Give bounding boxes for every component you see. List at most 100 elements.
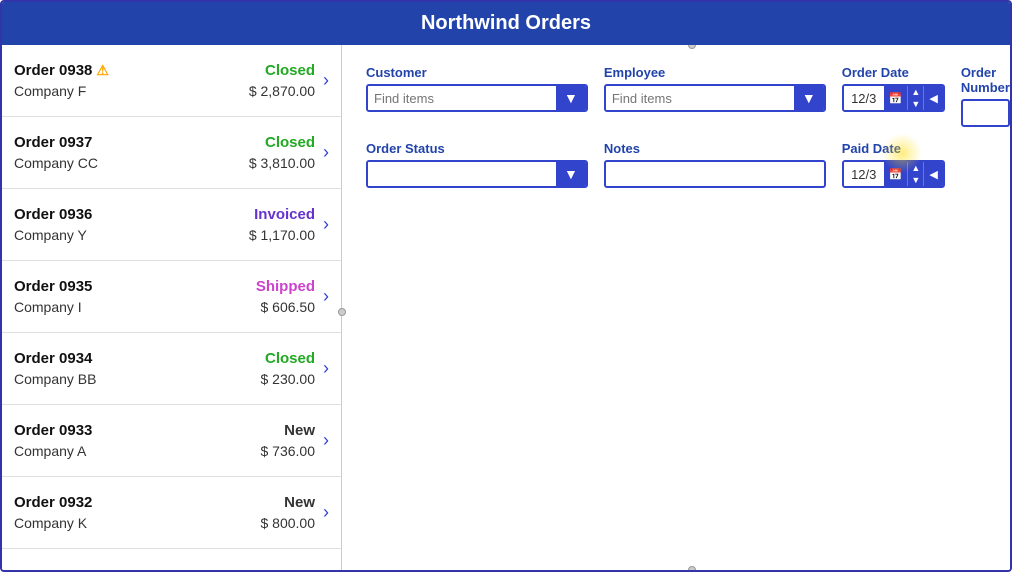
order-status-label: Order Status	[366, 141, 588, 156]
order-sub-row: Company BB $ 230.00	[14, 371, 315, 387]
order-date-nav: ▲ ▼	[907, 86, 923, 110]
order-title-row: Order 0936 Invoiced	[14, 206, 315, 223]
order-date-input[interactable]: 📅 ▲ ▼ ◀	[842, 84, 945, 112]
order-company: Company CC	[14, 155, 98, 171]
order-status: New	[284, 422, 315, 439]
order-amount: $ 230.00	[261, 371, 316, 387]
resize-handle-left[interactable]	[338, 308, 346, 316]
paid-date-field: Paid Date 📅 ▲ ▼ ◀	[842, 141, 945, 188]
paid-date-input[interactable]: 📅 ▲ ▼ ◀	[842, 160, 945, 188]
order-status-dropdown-btn[interactable]: ▼	[556, 162, 586, 186]
order-sub-row: Company Y $ 1,170.00	[14, 227, 315, 243]
customer-field: Customer ▼	[366, 65, 588, 127]
order-info: Order 0938⚠ Closed Company F $ 2,870.00	[14, 62, 315, 99]
paid-date-extra-btn[interactable]: ◀	[923, 162, 942, 186]
order-item[interactable]: Order 0937 Closed Company CC $ 3,810.00 …	[2, 117, 341, 189]
order-number-label: Order Number	[961, 65, 1010, 95]
order-title-row: Order 0932 New	[14, 494, 315, 511]
order-company: Company BB	[14, 371, 96, 387]
order-date-label: Order Date	[842, 65, 945, 80]
order-info: Order 0936 Invoiced Company Y $ 1,170.00	[14, 206, 315, 243]
order-sub-row: Company I $ 606.50	[14, 299, 315, 315]
order-date-down[interactable]: ▼	[907, 98, 923, 110]
resize-handle-top[interactable]	[688, 45, 696, 49]
order-info: Order 0935 Shipped Company I $ 606.50	[14, 278, 315, 315]
order-company: Company F	[14, 83, 86, 99]
order-sub-row: Company F $ 2,870.00	[14, 83, 315, 99]
customer-dropdown-btn[interactable]: ▼	[556, 86, 586, 110]
paid-date-label: Paid Date	[842, 141, 945, 156]
order-date-calendar-btn[interactable]: 📅	[884, 86, 908, 110]
order-amount: $ 1,170.00	[249, 227, 315, 243]
paid-date-down[interactable]: ▼	[907, 174, 923, 186]
order-info: Order 0937 Closed Company CC $ 3,810.00	[14, 134, 315, 171]
customer-input[interactable]	[368, 86, 556, 110]
order-status: New	[284, 494, 315, 511]
order-company: Company I	[14, 299, 82, 315]
order-amount: $ 606.50	[261, 299, 316, 315]
order-status-select[interactable]: ▼	[366, 160, 588, 188]
app-title: Northwind Orders	[421, 12, 591, 34]
order-status: Closed	[265, 134, 315, 151]
order-item[interactable]: Order 0935 Shipped Company I $ 606.50 ›	[2, 261, 341, 333]
filter-panel: Customer ▼ Employee ▼ Order Da	[342, 45, 1010, 570]
order-status-input[interactable]	[368, 162, 556, 186]
order-item[interactable]: Order 0932 New Company K $ 800.00 ›	[2, 477, 341, 549]
customer-select[interactable]: ▼	[366, 84, 588, 112]
order-sub-row: Company K $ 800.00	[14, 515, 315, 531]
order-name: Order 0937	[14, 134, 92, 151]
paid-date-text[interactable]	[844, 162, 884, 186]
order-amount: $ 3,810.00	[249, 155, 315, 171]
notes-label: Notes	[604, 141, 826, 156]
order-status: Closed	[265, 350, 315, 367]
order-list: Order 0938⚠ Closed Company F $ 2,870.00 …	[2, 45, 341, 549]
order-date-field: Order Date 📅 ▲ ▼ ◀	[842, 65, 945, 127]
order-name: Order 0936	[14, 206, 92, 223]
customer-label: Customer	[366, 65, 588, 80]
order-name: Order 0934	[14, 350, 92, 367]
order-status-field: Order Status ▼	[366, 141, 588, 188]
order-info: Order 0933 New Company A $ 736.00	[14, 422, 315, 459]
order-name: Order 0933	[14, 422, 92, 439]
order-date-extra-btn[interactable]: ◀	[923, 86, 942, 110]
order-item[interactable]: Order 0938⚠ Closed Company F $ 2,870.00 …	[2, 45, 341, 117]
order-item[interactable]: Order 0936 Invoiced Company Y $ 1,170.00…	[2, 189, 341, 261]
notes-input[interactable]	[604, 160, 826, 188]
order-title-row: Order 0934 Closed	[14, 350, 315, 367]
paid-date-calendar-btn[interactable]: 📅	[884, 162, 908, 186]
chevron-right-icon[interactable]: ›	[323, 358, 329, 379]
notes-field: Notes	[604, 141, 826, 188]
employee-field: Employee ▼	[604, 65, 826, 127]
order-date-text[interactable]	[844, 86, 884, 110]
employee-dropdown-btn[interactable]: ▼	[794, 86, 824, 110]
order-status: Invoiced	[254, 206, 315, 223]
order-list-panel[interactable]: Order 0938⚠ Closed Company F $ 2,870.00 …	[2, 45, 342, 570]
employee-label: Employee	[604, 65, 826, 80]
order-item[interactable]: Order 0933 New Company A $ 736.00 ›	[2, 405, 341, 477]
order-title-row: Order 0935 Shipped	[14, 278, 315, 295]
order-date-up[interactable]: ▲	[907, 86, 923, 98]
employee-select[interactable]: ▼	[604, 84, 826, 112]
order-info: Order 0934 Closed Company BB $ 230.00	[14, 350, 315, 387]
order-name: Order 0938⚠	[14, 62, 109, 79]
employee-input[interactable]	[606, 86, 794, 110]
chevron-right-icon[interactable]: ›	[323, 142, 329, 163]
app-header: Northwind Orders	[2, 2, 1010, 45]
chevron-right-icon[interactable]: ›	[323, 502, 329, 523]
chevron-right-icon[interactable]: ›	[323, 70, 329, 91]
chevron-right-icon[interactable]: ›	[323, 214, 329, 235]
order-amount: $ 2,870.00	[249, 83, 315, 99]
order-status: Closed	[265, 62, 315, 79]
order-title-row: Order 0938⚠ Closed	[14, 62, 315, 79]
order-number-input[interactable]	[961, 99, 1010, 127]
order-sub-row: Company CC $ 3,810.00	[14, 155, 315, 171]
order-name: Order 0932	[14, 494, 92, 511]
resize-handle-bottom[interactable]	[688, 566, 696, 570]
main-content: Order 0938⚠ Closed Company F $ 2,870.00 …	[2, 45, 1010, 570]
order-company: Company A	[14, 443, 86, 459]
chevron-right-icon[interactable]: ›	[323, 430, 329, 451]
chevron-right-icon[interactable]: ›	[323, 286, 329, 307]
paid-date-up[interactable]: ▲	[907, 162, 923, 174]
order-item[interactable]: Order 0934 Closed Company BB $ 230.00 ›	[2, 333, 341, 405]
order-amount: $ 736.00	[261, 443, 316, 459]
